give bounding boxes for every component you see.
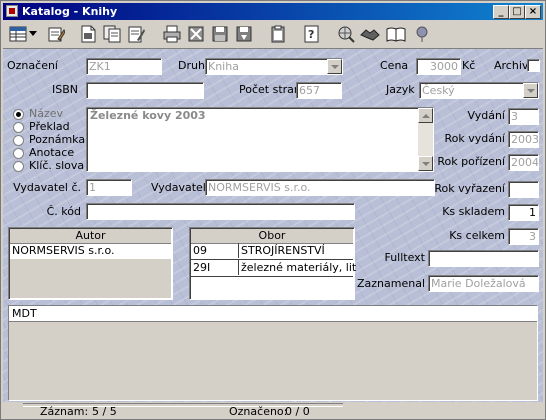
radio-klic-slova[interactable] [13,161,24,172]
chevron-down-icon[interactable] [523,83,538,98]
cena-field[interactable]: 3000 [416,58,461,75]
record-form: Označení ZK1 Druh Kniha Cena 3000 Kč Arc… [3,49,543,402]
druh-label: Druh [178,59,205,72]
druh-select[interactable]: Kniha [205,58,343,75]
isbn-field[interactable] [86,82,204,99]
handshake-icon[interactable] [359,23,381,45]
web-icon[interactable] [411,23,433,45]
isbn-label: ISBN [52,83,79,96]
rok-vyrazeni-label: Rok vyřazení [434,182,505,195]
c-kod-label: Č. kód [46,205,81,218]
table-row[interactable]: 29I železné materiály, litina, [191,260,357,277]
zaznam-label: Záznam: [40,405,89,418]
jazyk-value: Český [422,84,455,97]
import-icon[interactable] [233,23,255,45]
oznaceno-value: 0 / 0 [285,405,310,418]
mdt-panel[interactable]: MDT [8,305,538,401]
obor-table[interactable]: Obor 09 STROJÍRENSTVÍ 29I železné materi… [189,227,357,300]
chevron-down-icon[interactable] [327,59,342,74]
vydavatel-c-field[interactable]: 1 [86,179,132,196]
dropdown-arrow-icon[interactable] [27,23,39,45]
delete-icon[interactable] [185,23,207,45]
status-bar: Záznam: 5 / 5 Označeno: 0 / 0 [3,402,543,419]
maximize-button[interactable]: □ [509,5,525,19]
cena-label: Cena [380,59,409,72]
rok-porizeni-label: Rok pořízení [437,155,505,168]
table-row[interactable]: NORMSERVIS s.r.o. [12,243,170,258]
zaznamenal-field[interactable]: Marie Doležalová [428,275,539,292]
search-globe-icon[interactable] [335,23,357,45]
grid-view-icon[interactable] [7,23,29,45]
zaznam-value: 5 / 5 [92,405,117,418]
ks-skladem-field[interactable]: 1 [508,204,539,221]
rok-porizeni-field[interactable]: 2004 [508,154,539,171]
catalog-window: Katalog - Knihy _ □ × ? Označení ZK1 Dru… [0,0,546,420]
report-icon[interactable]: ? [301,23,323,45]
radio-preklad[interactable] [13,122,24,133]
oznaceno-label: Označeno: [229,405,288,418]
new-document-icon[interactable] [77,23,99,45]
radio-anotace[interactable] [13,148,24,159]
close-button[interactable]: × [525,5,541,19]
vydavatel-field[interactable]: NORMSERVIS s.r.o. [205,179,435,196]
window-title: Katalog - Knihy [22,5,118,18]
obor-column-header[interactable]: Obor [191,229,353,244]
ks-skladem-label: Ks skladem [442,205,505,218]
obor-code: 29I [193,261,211,274]
clipboard-icon[interactable] [267,23,289,45]
table-row[interactable]: 09 STROJÍRENSTVÍ [191,243,353,260]
autor-empty-area [10,259,171,298]
rok-vyrazeni-field[interactable] [508,181,539,198]
c-kod-field[interactable] [86,203,355,220]
ks-celkem-field[interactable]: 3 [508,228,539,245]
vydavatel-label: Vydavatel [151,181,206,194]
rok-vydani-field[interactable]: 2003 [508,131,539,148]
obor-name: STROJÍRENSTVÍ [238,243,357,258]
scroll-up-icon[interactable] [418,108,433,123]
pocet-stran-field[interactable]: 657 [296,82,342,99]
vydani-label: Vydání [467,109,506,122]
fulltext-field[interactable] [428,250,539,267]
edit-document-icon[interactable] [125,23,147,45]
archiv-checkbox[interactable] [527,59,540,72]
radio-poznamka-label[interactable]: Poznámka [29,133,85,146]
title-bar[interactable]: Katalog - Knihy _ □ × [3,3,543,20]
toolbar: ? [3,22,543,49]
mdt-header: MDT [9,306,537,322]
fulltext-label: Fulltext [384,251,425,264]
radio-anotace-label[interactable]: Anotace [29,146,74,159]
ks-celkem-label: Ks celkem [449,229,505,242]
autor-column-header[interactable]: Autor [10,229,171,244]
pocet-stran-label: Počet stran [239,83,301,96]
zaznamenal-label: Zaznamenal [356,277,425,290]
oznaceni-label: Označení [7,59,58,72]
edit-record-icon[interactable] [45,23,67,45]
radio-poznamka[interactable] [13,135,24,146]
druh-value: Kniha [208,60,239,73]
app-icon [6,5,18,17]
print-icon[interactable] [161,23,183,45]
rok-vydani-label: Rok vydání [444,132,505,145]
vydavatel-c-label: Vydavatel č. [13,181,81,194]
minimize-button[interactable]: _ [493,5,509,19]
obor-name: železné materiály, litina, [238,260,357,275]
vydani-field[interactable]: 3 [508,108,539,125]
autor-table[interactable]: Autor NORMSERVIS s.r.o. [8,227,173,300]
radio-klic-slova-label[interactable]: Klíč. slova [29,159,84,172]
radio-nazev-label[interactable]: Název [29,107,63,120]
jazyk-select[interactable]: Český [419,82,539,99]
jazyk-label: Jazyk [386,83,415,96]
oznaceni-field[interactable]: ZK1 [86,58,162,75]
radio-nazev[interactable] [13,109,24,120]
export-icon[interactable] [209,23,231,45]
copy-document-icon[interactable] [101,23,123,45]
svg-text:?: ? [308,28,314,41]
currency-label: Kč [462,59,476,72]
text-memo[interactable]: Železné kovy 2003 [86,107,434,172]
archiv-label: Archiv [494,59,529,72]
book-icon[interactable] [385,23,407,45]
radio-preklad-label[interactable]: Překlad [29,120,70,133]
memo-text: Železné kovy 2003 [90,109,206,122]
obor-code: 09 [193,244,207,257]
